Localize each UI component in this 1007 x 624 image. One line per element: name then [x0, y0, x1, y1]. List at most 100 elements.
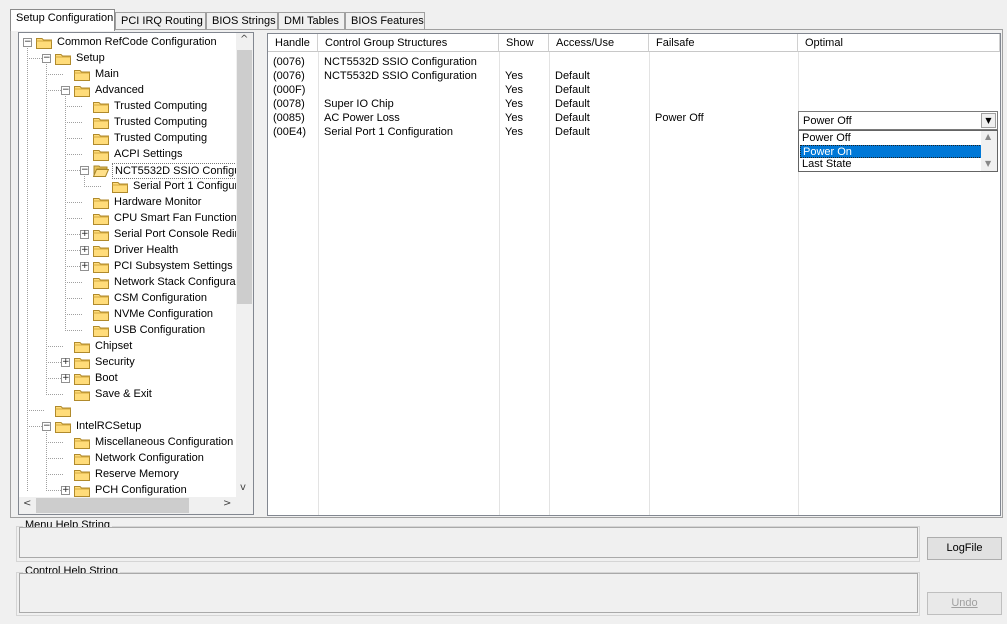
- tree-node[interactable]: + PCI Subsystem Settings: [19, 258, 253, 274]
- tree-node-label: PCH Configuration: [95, 484, 187, 496]
- dropdown-scrollbar[interactable]: ▲ ▼: [981, 131, 997, 171]
- collapse-icon[interactable]: −: [42, 54, 51, 63]
- table-cell: Default: [555, 84, 590, 96]
- table-row[interactable]: (0078) Super IO Chip Yes Default: [268, 97, 1000, 111]
- optimal-value-dropdown[interactable]: Power Off ▼: [798, 111, 998, 130]
- tree-node[interactable]: ACPI Settings: [19, 146, 253, 162]
- optimal-options-list[interactable]: Power Off Power On Last State ▲ ▼: [798, 130, 998, 172]
- dropdown-option[interactable]: Last State: [800, 158, 982, 171]
- tree-guide-line: [65, 138, 82, 139]
- dropdown-option[interactable]: Power Off: [800, 132, 982, 145]
- table-row[interactable]: (0076) NCT5532D SSIO Configuration Yes Defa…: [268, 69, 1000, 83]
- column-header-handle[interactable]: Handle: [268, 34, 318, 52]
- tree-node[interactable]: + Serial Port Console Redire: [19, 226, 253, 242]
- collapse-icon[interactable]: −: [23, 38, 32, 47]
- setup-tree-view[interactable]: − Common RefCode Configuration − Setup Main −…: [18, 32, 254, 515]
- folder-icon: [93, 212, 109, 225]
- control-group-grid[interactable]: Handle Control Group Structures Show Acc…: [267, 33, 1001, 516]
- scroll-thumb[interactable]: [237, 50, 252, 304]
- tree-node[interactable]: Network Configuration: [19, 450, 253, 466]
- collapse-icon[interactable]: −: [80, 166, 89, 175]
- tree-node[interactable]: + Boot: [19, 370, 253, 386]
- tree-horizontal-scrollbar[interactable]: < >: [19, 497, 236, 514]
- tree-node[interactable]: Save & Exit: [19, 386, 253, 402]
- table-cell: (0085): [273, 112, 305, 124]
- tree-node[interactable]: + PCH Configuration: [19, 482, 253, 498]
- table-cell: (0078): [273, 98, 305, 110]
- scroll-down-icon[interactable]: ▼: [985, 159, 991, 168]
- tree-guide-line: [65, 314, 82, 315]
- tree-node[interactable]: USB Configuration: [19, 322, 253, 338]
- column-header-optimal[interactable]: Optimal: [798, 34, 1000, 52]
- tree-guide-line: [65, 218, 82, 219]
- tree-node-label: IntelRCSetup: [76, 420, 142, 432]
- column-header-access-use[interactable]: Access/Use: [549, 34, 649, 52]
- undo-button[interactable]: Undo: [927, 592, 1002, 615]
- tab-setup-configuration[interactable]: Setup Configuration: [10, 9, 115, 31]
- tree-node[interactable]: NVMe Configuration: [19, 306, 253, 322]
- tree-node[interactable]: − NCT5532D SSIO Configu: [19, 162, 253, 179]
- tree-node[interactable]: Chipset: [19, 338, 253, 354]
- table-cell: Yes: [505, 70, 523, 82]
- folder-icon: [93, 100, 109, 113]
- column-header-failsafe[interactable]: Failsafe: [649, 34, 798, 52]
- tree-guide-line: [46, 394, 63, 395]
- scroll-down-icon[interactable]: v: [240, 482, 246, 493]
- column-header-show[interactable]: Show: [499, 34, 549, 52]
- expand-icon[interactable]: +: [80, 230, 89, 239]
- table-cell: NCT5532D SSIO Configuration: [324, 70, 477, 82]
- folder-icon: [36, 36, 52, 49]
- tree-node[interactable]: Main: [19, 66, 253, 82]
- tree-node[interactable]: Network Stack Configura: [19, 274, 253, 290]
- scroll-up-icon[interactable]: ▲: [985, 132, 991, 141]
- scroll-thumb[interactable]: [36, 498, 189, 513]
- tree-node[interactable]: Trusted Computing: [19, 130, 253, 146]
- tree-node[interactable]: Trusted Computing: [19, 98, 253, 114]
- tree-node[interactable]: CPU Smart Fan Function: [19, 210, 253, 226]
- tree-node[interactable]: Serial Port 1 Configura: [19, 178, 253, 194]
- logfile-button[interactable]: LogFile: [927, 537, 1002, 560]
- collapse-icon[interactable]: −: [42, 422, 51, 431]
- scroll-right-icon[interactable]: >: [223, 498, 231, 509]
- dropdown-option-highlighted[interactable]: Power On: [800, 145, 982, 158]
- tree-node[interactable]: Hardware Monitor: [19, 194, 253, 210]
- scroll-left-icon[interactable]: <: [23, 498, 31, 509]
- tree-vertical-scrollbar[interactable]: ^ v: [236, 33, 253, 497]
- tree-node[interactable]: + Security: [19, 354, 253, 370]
- tab-label: DMI Tables: [284, 15, 339, 27]
- table-row[interactable]: (000F) Yes Default: [268, 83, 1000, 97]
- expand-icon[interactable]: +: [61, 374, 70, 383]
- tree-node[interactable]: [19, 402, 253, 418]
- tree-node[interactable]: + Driver Health: [19, 242, 253, 258]
- tree-node[interactable]: − IntelRCSetup: [19, 418, 253, 434]
- table-row[interactable]: (0076) NCT5532D SSIO Configuration: [268, 55, 1000, 69]
- tab-pci-irq-routing[interactable]: PCI IRQ Routing: [115, 12, 206, 30]
- tab-dmi-tables[interactable]: DMI Tables: [278, 12, 345, 30]
- folder-icon: [74, 68, 90, 81]
- expand-icon[interactable]: +: [80, 262, 89, 271]
- tab-label: BIOS Features: [351, 15, 424, 27]
- tree-node[interactable]: Trusted Computing: [19, 114, 253, 130]
- tree-guide-line: [27, 410, 44, 411]
- tree-node-label: Common RefCode Configuration: [57, 36, 217, 48]
- expand-icon[interactable]: +: [61, 358, 70, 367]
- tree-node[interactable]: − Common RefCode Configuration: [19, 34, 253, 50]
- expand-icon[interactable]: +: [80, 246, 89, 255]
- tab-bios-strings[interactable]: BIOS Strings: [206, 12, 278, 30]
- collapse-icon[interactable]: −: [61, 86, 70, 95]
- chevron-down-icon[interactable]: ▼: [981, 113, 996, 128]
- tree-node[interactable]: Miscellaneous Configuration: [19, 434, 253, 450]
- table-cell: Yes: [505, 126, 523, 138]
- expand-icon[interactable]: +: [61, 486, 70, 495]
- tree-node-label: CPU Smart Fan Function: [114, 212, 237, 224]
- tree-node[interactable]: CSM Configuration: [19, 290, 253, 306]
- folder-icon: [74, 356, 90, 369]
- tree-guide-line: [46, 74, 63, 75]
- tab-bios-features[interactable]: BIOS Features: [345, 12, 425, 30]
- tree-node[interactable]: Reserve Memory: [19, 466, 253, 482]
- tree-node[interactable]: − Setup: [19, 50, 253, 66]
- folder-icon: [74, 372, 90, 385]
- column-header-control-group[interactable]: Control Group Structures: [318, 34, 499, 52]
- tree-node[interactable]: − Advanced: [19, 82, 253, 98]
- scroll-up-icon[interactable]: ^: [240, 34, 248, 45]
